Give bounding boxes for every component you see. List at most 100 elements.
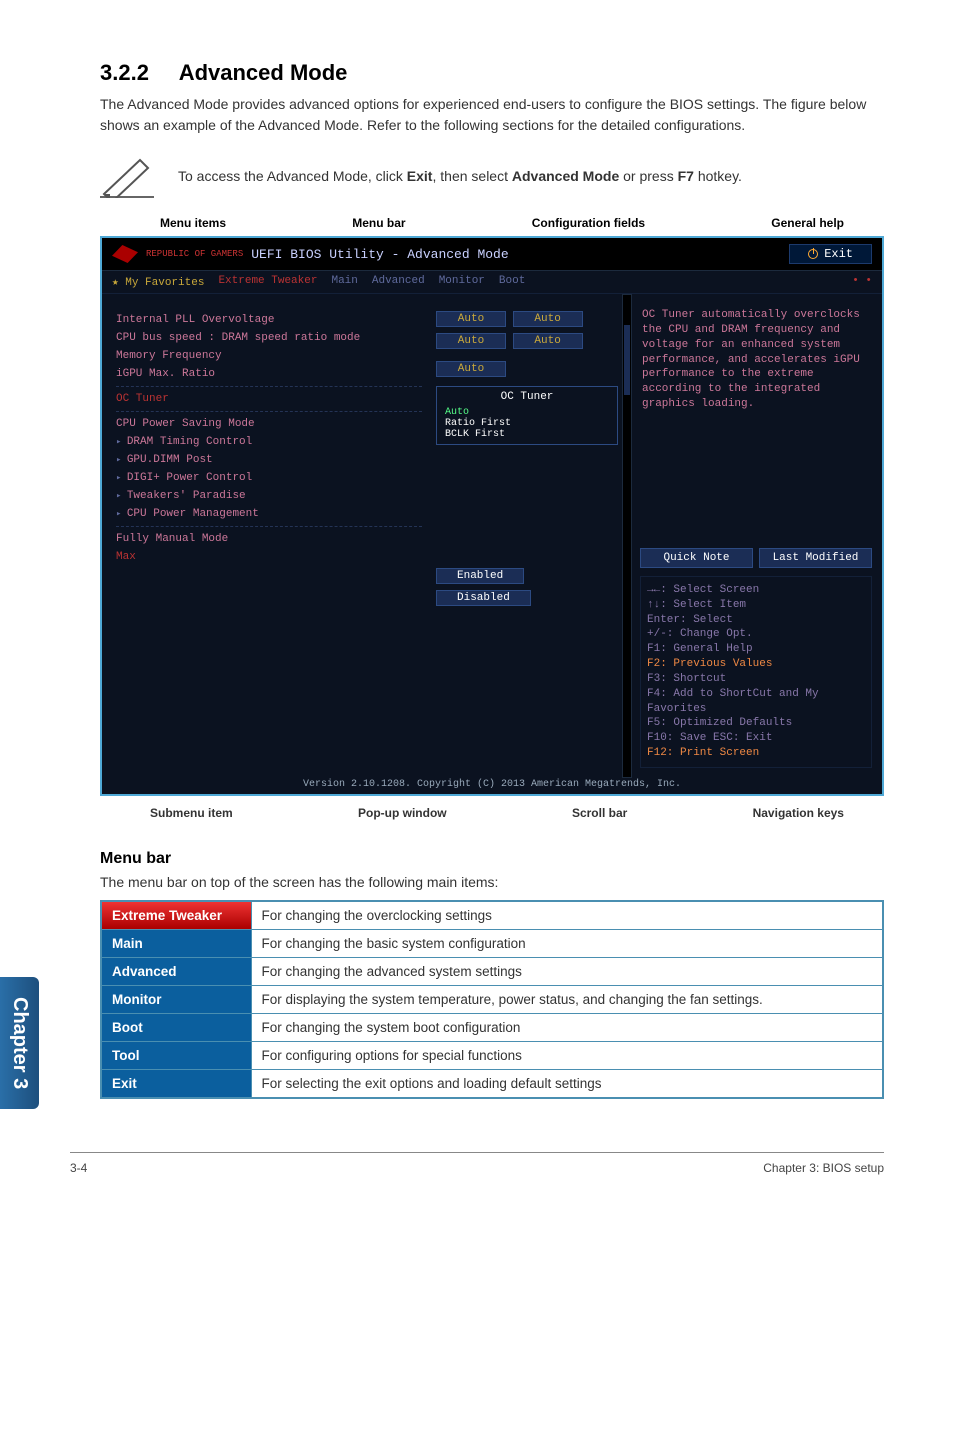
label-menu-bar: Menu bar [352,216,405,230]
pill-auto-4[interactable]: Auto [436,361,506,377]
cell-exit-desc: For selecting the exit options and loadi… [251,1070,883,1099]
popup-title: OC Tuner [445,391,609,403]
nav-0: →←: Select Screen [647,583,865,598]
item-fully-manual[interactable]: Fully Manual Mode [116,533,422,545]
item-cpu-dram-ratio[interactable]: CPU bus speed : DRAM speed ratio mode [116,332,422,344]
chapter-label: Chapter 3: BIOS setup [763,1161,884,1175]
nav-3: +/-: Change Opt. [647,627,865,642]
sub-digi-power[interactable]: DIGI+ Power Control [116,472,422,484]
top-labels: Menu items Menu bar Configuration fields… [100,206,884,236]
pill-enabled[interactable]: Enabled [436,568,524,584]
last-modified-button[interactable]: Last Modified [759,548,872,568]
nav-4: F1: General Help [647,642,865,657]
table-row: Main For changing the basic system confi… [101,930,883,958]
pill-disabled[interactable]: Disabled [436,590,531,606]
label-menu-items: Menu items [160,216,226,230]
bottom-labels: Submenu item Pop-up window Scroll bar Na… [100,796,884,824]
label-popup: Pop-up window [358,806,447,820]
cell-tool: Tool [101,1042,251,1070]
chapter-tab: Chapter 3 [0,977,39,1109]
menubar-favorites[interactable]: ★ My Favorites [112,275,204,289]
menubar-desc: The menu bar on top of the screen has th… [100,874,884,890]
nav-6: F3: Shortcut [647,672,865,687]
popup-opt-ratio[interactable]: Ratio First [445,418,609,429]
cell-extreme-tweaker: Extreme Tweaker [101,901,251,930]
table-row: Tool For configuring options for special… [101,1042,883,1070]
nav-1: ↑↓: Select Item [647,598,865,613]
menubar-main[interactable]: Main [331,275,357,289]
page-footer: 3-4 Chapter 3: BIOS setup [70,1152,884,1175]
section-heading: 3.2.2 Advanced Mode [100,60,884,86]
menubar-heading: Menu bar [100,850,884,868]
table-row: Exit For selecting the exit options and … [101,1070,883,1099]
cell-monitor: Monitor [101,986,251,1014]
bios-logo: REPUBLIC OF GAMERS UEFI BIOS Utility - A… [112,245,509,263]
pill-auto-3[interactable]: Auto [513,333,583,349]
cell-boot-desc: For changing the system boot configurati… [251,1014,883,1042]
nav-7: F4: Add to ShortCut and My Favorites [647,687,865,717]
sub-dram-timing[interactable]: DRAM Timing Control [116,436,422,448]
item-igpu-ratio[interactable]: iGPU Max. Ratio [116,368,422,380]
menubar-boot[interactable]: Boot [499,275,525,289]
oc-tuner-popup: OC Tuner Auto Ratio First BCLK First [436,386,618,445]
item-pll-overvoltage[interactable]: Internal PLL Overvoltage [116,314,422,326]
pencil-icon [100,154,154,198]
bios-left-pane: Internal PLL Overvoltage CPU bus speed :… [102,294,432,778]
bios-version-footer: Version 2.10.1208. Copyright (C) 2013 Am… [102,779,882,790]
sub-cpu-power-mgmt[interactable]: CPU Power Management [116,508,422,520]
exit-button[interactable]: Exit [789,244,872,264]
power-icon [808,249,818,259]
label-navkeys: Navigation keys [753,806,844,820]
help-text: OC Tuner automatically overclocks the CP… [640,304,872,422]
pill-auto-1[interactable]: Auto [513,311,583,327]
item-oc-tuner[interactable]: OC Tuner [116,393,422,405]
cell-advanced-desc: For changing the advanced system setting… [251,958,883,986]
note-row: To access the Advanced Mode, click Exit,… [100,154,884,198]
bios-brand-text: REPUBLIC OF GAMERS [146,250,243,259]
bios-scrollbar[interactable] [622,294,632,778]
bios-menubar[interactable]: ★ My Favorites Extreme Tweaker Main Adva… [102,271,882,294]
label-scrollbar: Scroll bar [572,806,627,820]
sub-tweakers-paradise[interactable]: Tweakers' Paradise [116,490,422,502]
cell-boot: Boot [101,1014,251,1042]
bios-header: REPUBLIC OF GAMERS UEFI BIOS Utility - A… [102,238,882,271]
cell-advanced: Advanced [101,958,251,986]
bios-title: UEFI BIOS Utility - Advanced Mode [251,247,508,262]
cell-main-desc: For changing the basic system configurat… [251,930,883,958]
nav-9: F10: Save ESC: Exit [647,731,865,746]
table-row: Monitor For displaying the system temper… [101,986,883,1014]
exit-label: Exit [824,247,853,261]
bios-right-pane: OC Tuner automatically overclocks the CP… [632,294,882,778]
menubar-monitor[interactable]: Monitor [439,275,485,289]
label-config-fields: Configuration fields [532,216,645,230]
sub-gpu-dimm[interactable]: GPU.DIMM Post [116,454,422,466]
page-number: 3-4 [70,1161,87,1175]
popup-opt-bclk[interactable]: BCLK First [445,429,609,440]
cell-monitor-desc: For displaying the system temperature, p… [251,986,883,1014]
item-memory-freq[interactable]: Memory Frequency [116,350,422,362]
menubar-advanced[interactable]: Advanced [372,275,425,289]
section-title-text: Advanced Mode [179,60,348,85]
pill-auto-2[interactable]: Auto [436,333,506,349]
note-text: To access the Advanced Mode, click Exit,… [178,166,884,187]
quick-note-button[interactable]: Quick Note [640,548,753,568]
pill-auto-0[interactable]: Auto [436,311,506,327]
nav-10: F12: Print Screen [647,746,865,761]
popup-opt-auto[interactable]: Auto [445,407,609,418]
menubar-extreme-tweaker[interactable]: Extreme Tweaker [218,275,317,289]
menu-table: Extreme Tweaker For changing the overclo… [100,900,884,1099]
bios-screenshot: REPUBLIC OF GAMERS UEFI BIOS Utility - A… [100,236,884,796]
nav-5: F2: Previous Values [647,657,865,672]
menubar-more-icon[interactable]: • • [852,275,872,289]
table-row: Advanced For changing the advanced syste… [101,958,883,986]
nav-2: Enter: Select [647,613,865,628]
table-row: Extreme Tweaker For changing the overclo… [101,901,883,930]
item-cpu-saving[interactable]: CPU Power Saving Mode [116,418,422,430]
cell-extreme-tweaker-desc: For changing the overclocking settings [251,901,883,930]
intro-paragraph: The Advanced Mode provides advanced opti… [100,94,884,136]
label-general-help: General help [771,216,844,230]
cell-tool-desc: For configuring options for special func… [251,1042,883,1070]
item-max[interactable]: Max [116,551,422,563]
cell-main: Main [101,930,251,958]
navigation-keys: →←: Select Screen ↑↓: Select Item Enter:… [640,576,872,768]
